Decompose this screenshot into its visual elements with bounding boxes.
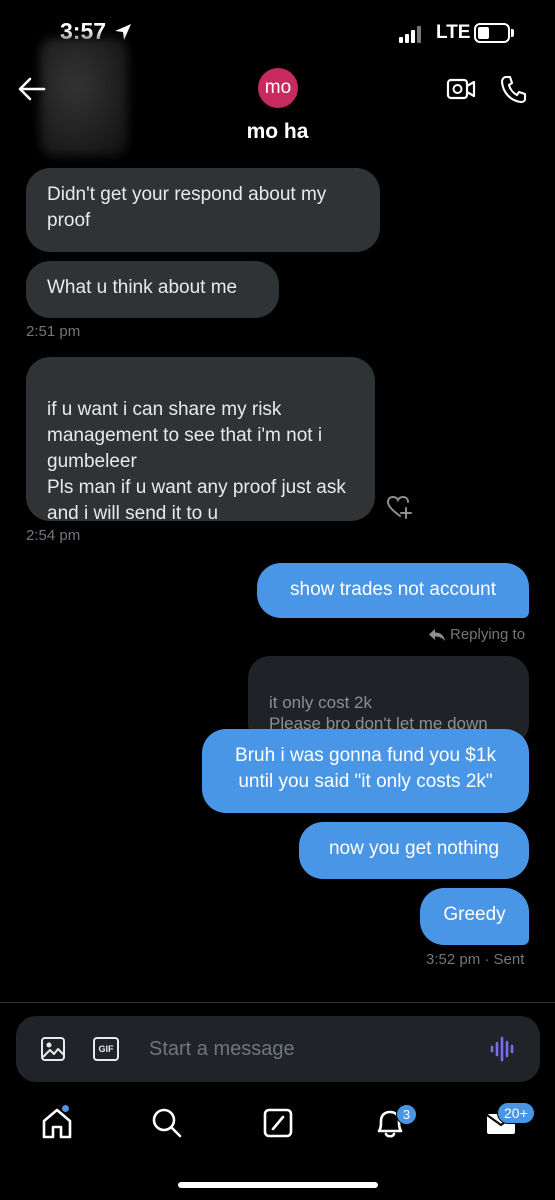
gif-icon[interactable]: GIF xyxy=(93,1037,119,1061)
contact-name[interactable]: mo ha xyxy=(0,120,555,144)
battery-icon xyxy=(474,23,510,43)
quoted-text: it only cost 2k Please bro don't let me … xyxy=(269,693,488,733)
messages-badge: 20+ xyxy=(497,1102,535,1124)
timestamp-time: 3:52 pm xyxy=(426,951,481,968)
search-icon[interactable] xyxy=(150,1106,184,1140)
message-timestamp: 2:54 pm xyxy=(26,527,81,544)
outgoing-message[interactable]: Greedy xyxy=(420,888,529,945)
message-text: Greedy xyxy=(443,904,506,925)
message-text: Didn't get your respond about my proof xyxy=(47,184,327,231)
back-arrow-icon[interactable] xyxy=(16,74,48,104)
image-icon[interactable] xyxy=(40,1036,66,1062)
incoming-message[interactable]: Didn't get your respond about my proof xyxy=(26,168,380,252)
battery-tip xyxy=(511,29,514,37)
home-indicator xyxy=(178,1182,378,1188)
signal-icon xyxy=(399,25,421,43)
replying-label: Replying to xyxy=(450,626,526,643)
video-call-icon[interactable] xyxy=(446,76,476,102)
message-input[interactable] xyxy=(149,1034,449,1064)
message-timestamp: 3:52 pm · Sent xyxy=(426,951,524,968)
home-notification-dot xyxy=(61,1104,70,1113)
divider xyxy=(0,1002,555,1003)
contact-avatar[interactable]: mo xyxy=(258,68,298,108)
incoming-message[interactable]: if u want i can share my risk management… xyxy=(26,357,375,524)
voice-message-icon[interactable] xyxy=(489,1034,517,1064)
reply-arrow-icon xyxy=(429,628,445,641)
message-text: now you get nothing xyxy=(328,838,500,859)
sent-status: · Sent xyxy=(484,951,525,968)
message-text: show trades not account xyxy=(290,579,496,600)
incoming-message[interactable]: What u think about me xyxy=(26,261,279,318)
phone-call-icon[interactable] xyxy=(500,74,528,104)
message-timestamp: 2:51 pm xyxy=(26,323,81,340)
message-text: Bruh i was gonna fund you $1k until you … xyxy=(235,745,496,792)
compose-icon[interactable] xyxy=(261,1106,295,1140)
outgoing-message[interactable]: show trades not account xyxy=(257,563,529,618)
message-text: if u want i can share my risk management… xyxy=(47,399,346,524)
outgoing-message[interactable]: now you get nothing xyxy=(299,822,529,879)
message-text: What u think about me xyxy=(47,277,238,298)
outgoing-message[interactable]: Bruh i was gonna fund you $1k until you … xyxy=(202,729,529,813)
notifications-badge: 3 xyxy=(396,1104,417,1125)
replying-to: Replying to xyxy=(428,626,525,643)
network-label: LTE xyxy=(436,22,471,43)
add-reaction-icon[interactable] xyxy=(386,494,414,520)
